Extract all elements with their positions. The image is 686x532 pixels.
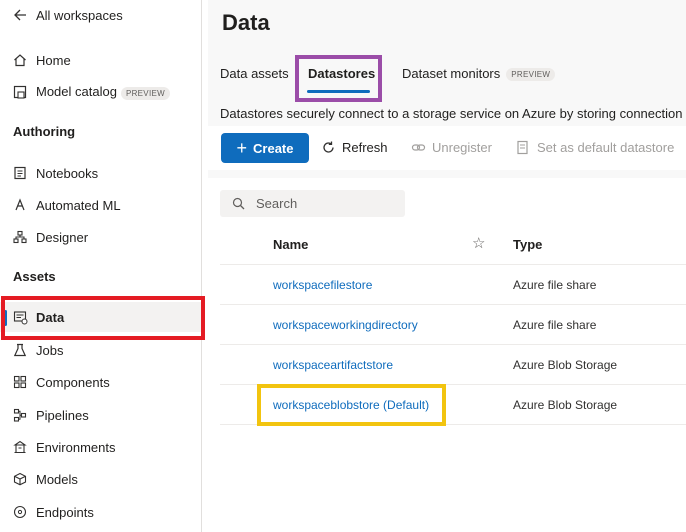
refresh-button[interactable]: Refresh xyxy=(320,139,388,155)
nav-item-endpoints[interactable]: Endpoints xyxy=(0,497,202,527)
plus-icon: + xyxy=(236,138,248,158)
nav-label-designer: Designer xyxy=(36,229,89,245)
unregister-label: Unregister xyxy=(432,139,492,155)
create-button[interactable]: + Create xyxy=(221,133,309,163)
back-to-workspaces[interactable]: All workspaces xyxy=(0,0,202,30)
nav-label-pipelines: Pipelines xyxy=(36,407,89,423)
nav-item-models[interactable]: Models xyxy=(0,464,202,494)
page-title: Data xyxy=(222,10,270,35)
create-label: Create xyxy=(253,140,294,156)
nav-item-model-catalog[interactable]: Model catalog PREVIEW xyxy=(0,77,202,107)
arrow-left-icon xyxy=(12,7,28,23)
row-divider xyxy=(220,344,686,345)
set-default-label: Set as default datastore xyxy=(537,139,675,155)
nav-label-jobs: Jobs xyxy=(36,342,64,358)
components-icon xyxy=(12,374,28,390)
globe-icon xyxy=(12,504,28,520)
datastore-type: Azure Blob Storage xyxy=(513,358,618,372)
automated-ml-icon xyxy=(12,197,28,213)
column-header-name[interactable]: Name xyxy=(273,237,308,252)
datastore-link[interactable]: workspacefilestore xyxy=(273,278,372,292)
set-default-datastore-button[interactable]: Set as default datastore xyxy=(515,139,674,155)
nav-label-model-catalog-wrap: Model catalog PREVIEW xyxy=(36,84,170,100)
nav-item-home[interactable]: Home xyxy=(0,45,202,75)
flask-icon xyxy=(12,342,28,358)
nav-item-notebooks[interactable]: Notebooks xyxy=(0,158,202,188)
star-icon[interactable]: ☆ xyxy=(472,234,485,252)
row-divider xyxy=(220,264,686,265)
nav-label-endpoints: Endpoints xyxy=(36,504,94,520)
column-header-type[interactable]: Type xyxy=(513,237,542,252)
environment-icon xyxy=(12,439,28,455)
search-box[interactable]: Search xyxy=(220,190,405,217)
highlight-default-datastore xyxy=(257,384,446,426)
nav-item-pipelines[interactable]: Pipelines xyxy=(0,400,202,430)
nav-label-models: Models xyxy=(36,471,78,487)
home-icon xyxy=(12,52,28,68)
nav-label-automated-ml: Automated ML xyxy=(36,197,121,213)
left-nav: All workspaces Home Model catalog PREVIEW… xyxy=(0,0,202,532)
cube-icon xyxy=(12,471,28,487)
notebook-icon xyxy=(12,165,28,181)
unregister-button[interactable]: Unregister xyxy=(410,139,492,155)
storage-icon xyxy=(515,139,531,155)
datastore-link[interactable]: workspaceworkingdirectory xyxy=(273,318,418,332)
nav-label-environments: Environments xyxy=(36,439,116,455)
section-assets: Assets xyxy=(13,269,56,284)
nav-item-components[interactable]: Components xyxy=(0,367,202,397)
tab-dataset-monitors[interactable]: Dataset monitors PREVIEW xyxy=(402,66,556,82)
pipeline-icon xyxy=(12,407,28,423)
designer-icon xyxy=(12,229,28,245)
datastores-description: Datastores securely connect to a storage… xyxy=(220,106,686,121)
nav-label-notebooks: Notebooks xyxy=(36,165,99,181)
datastore-type: Azure file share xyxy=(513,278,597,292)
nav-label-model-catalog: Model catalog xyxy=(36,84,117,100)
nav-label-home: Home xyxy=(36,52,71,68)
unlink-icon xyxy=(410,139,426,155)
nav-item-automated-ml[interactable]: Automated ML xyxy=(0,190,202,220)
back-label: All workspaces xyxy=(36,7,123,23)
refresh-label: Refresh xyxy=(342,139,388,155)
highlight-datastores-tab xyxy=(295,55,382,102)
section-authoring: Authoring xyxy=(13,124,76,139)
catalog-icon xyxy=(12,84,28,100)
refresh-icon xyxy=(320,139,336,155)
nav-item-designer[interactable]: Designer xyxy=(0,222,202,252)
nav-label-components: Components xyxy=(36,374,110,390)
datastore-type: Azure file share xyxy=(513,318,597,332)
row-divider xyxy=(220,304,686,305)
nav-item-environments[interactable]: Environments xyxy=(0,432,202,462)
search-placeholder: Search xyxy=(256,196,298,211)
datastore-type: Azure Blob Storage xyxy=(513,398,618,412)
datastore-link[interactable]: workspaceartifactstore xyxy=(273,358,393,372)
search-icon xyxy=(230,196,246,212)
tab-dataset-monitors-label: Dataset monitors xyxy=(402,66,501,81)
preview-badge: PREVIEW xyxy=(120,86,170,100)
highlight-data-nav xyxy=(1,296,205,340)
datastores-panel xyxy=(208,178,686,532)
tab-data-assets[interactable]: Data assets xyxy=(220,66,289,81)
preview-badge: PREVIEW xyxy=(506,68,556,82)
